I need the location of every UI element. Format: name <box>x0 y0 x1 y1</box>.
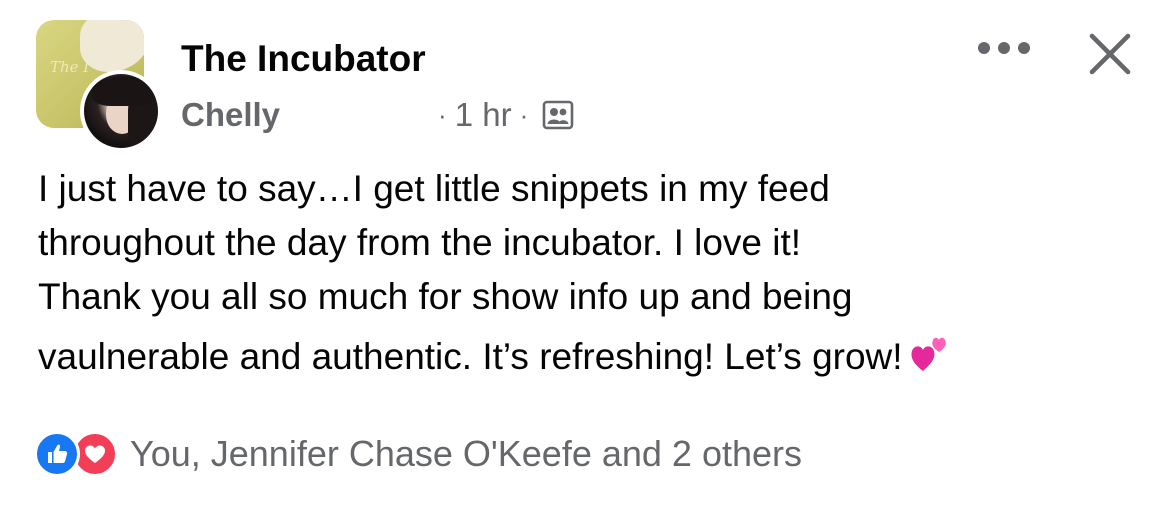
post-timestamp[interactable]: 1 hr <box>455 96 512 134</box>
post-body: I just have to say…I get little snippets… <box>38 162 1138 384</box>
post-text-line: throughout the day from the incubator. I… <box>38 222 802 263</box>
author-name[interactable]: Chelly <box>181 96 280 134</box>
author-avatar[interactable] <box>80 70 162 152</box>
reactions-summary-text[interactable]: You, Jennifer Chase O'Keefe and 2 others <box>130 433 802 475</box>
meta-separator: · <box>519 99 529 130</box>
reactions-summary[interactable]: You, Jennifer Chase O'Keefe and 2 others <box>34 428 802 480</box>
more-horizontal-icon <box>978 42 1030 54</box>
meta-separator: · <box>438 99 447 130</box>
post-text-last-line: vaulnerable and authentic. It’s refreshi… <box>38 330 1138 384</box>
close-icon <box>1089 33 1131 75</box>
group-avatar-shape <box>80 20 144 72</box>
members-icon[interactable] <box>542 99 574 131</box>
post-text-line: I just have to say…I get little snippets… <box>38 168 830 209</box>
group-name[interactable]: The Incubator <box>181 36 426 82</box>
post-text-line: vaulnerable and authentic. It’s refreshi… <box>38 336 903 377</box>
two-hearts-icon <box>909 335 949 375</box>
post-text-line: Thank you all so much for show info up a… <box>38 276 853 317</box>
post-meta: Chelly · 1 hr · <box>181 92 574 138</box>
reaction-icons <box>34 431 118 477</box>
avatar-group[interactable]: The I <box>36 20 162 152</box>
more-options-button[interactable] <box>974 28 1034 68</box>
like-icon <box>34 431 80 477</box>
close-button[interactable] <box>1078 22 1142 86</box>
